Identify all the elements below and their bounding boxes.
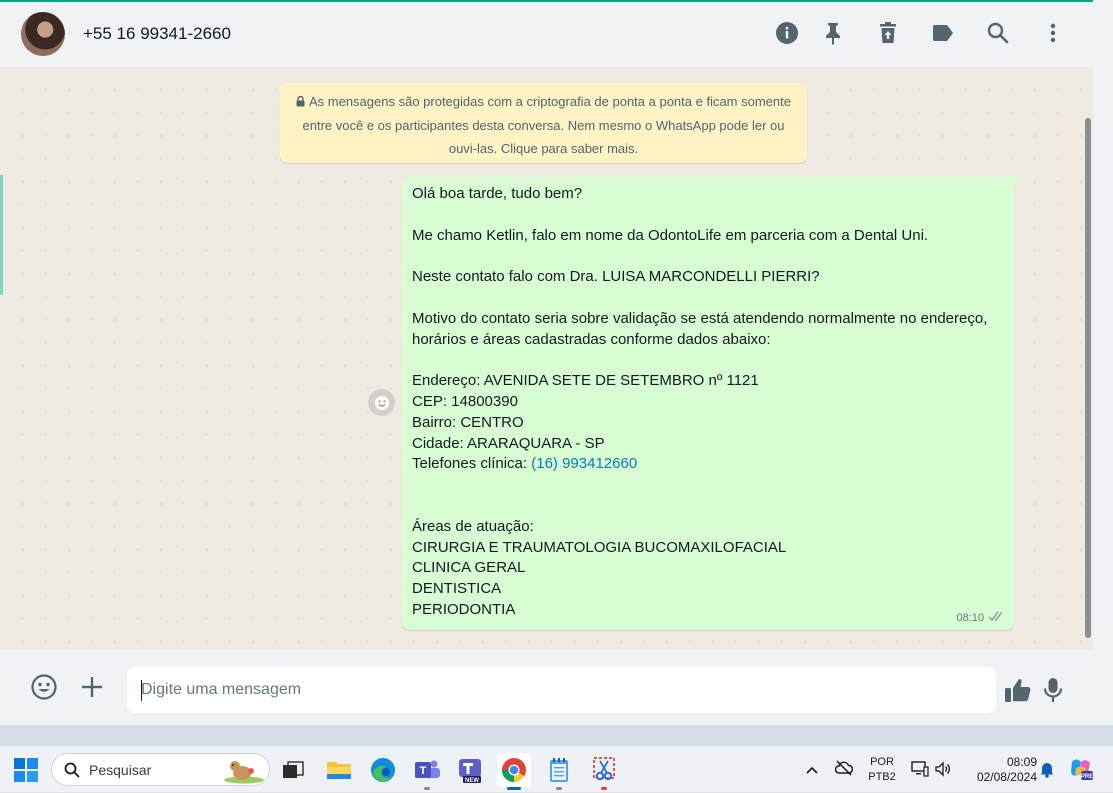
volume-icon[interactable] — [934, 761, 952, 782]
edge-icon[interactable] — [366, 753, 400, 787]
teams-icon[interactable]: T — [410, 753, 444, 790]
text-caret — [141, 680, 142, 701]
snipping-tool-icon[interactable] — [587, 753, 621, 790]
encryption-notice-text: As mensagens são protegidas com a cripto… — [302, 94, 792, 156]
notification-bell-icon[interactable] — [1039, 760, 1055, 783]
thumbs-up-icon[interactable] — [1004, 677, 1032, 708]
running-indicator — [424, 787, 430, 790]
chat-pane: As mensagens são protegidas com a cripto… — [0, 67, 1093, 650]
phone-label: Telefones clínica: — [412, 455, 532, 473]
info-icon[interactable] — [774, 20, 800, 46]
contact-name[interactable]: +55 16 99341-2660 — [83, 24, 231, 44]
menu-icon[interactable] — [1040, 20, 1066, 46]
svg-text:T: T — [420, 765, 427, 777]
language-bottom: PTB2 — [868, 771, 896, 783]
chat-scrollbar[interactable] — [1085, 118, 1091, 638]
message-text: Olá boa tarde, tudo bem? Me chamo Ketlin… — [412, 184, 1002, 621]
running-indicator — [601, 787, 607, 790]
cloud-off-icon[interactable] — [834, 760, 854, 781]
task-view-icon[interactable] — [276, 753, 310, 787]
double-check-icon — [988, 611, 1005, 625]
chrome-icon[interactable] — [497, 753, 531, 790]
contact-avatar[interactable] — [21, 12, 65, 56]
chevron-up-icon[interactable] — [805, 762, 819, 780]
message-time: 08:10 — [956, 612, 984, 624]
windows-start-icon[interactable] — [14, 758, 38, 787]
notepad-icon[interactable] — [542, 753, 576, 790]
desktop-background — [0, 725, 1113, 745]
search-highlight-icon — [222, 756, 266, 784]
message-input[interactable] — [127, 667, 996, 713]
window-edge-accent — [0, 175, 3, 295]
react-emoji-icon[interactable] — [368, 389, 395, 416]
whatsapp-window: +55 16 99341-2660 As mensagens são prote… — [0, 0, 1113, 792]
emoji-icon[interactable] — [30, 673, 58, 706]
clock-date: 02/08/2024 — [976, 770, 1037, 784]
encryption-notice[interactable]: As mensagens são protegidas com a cripto… — [280, 83, 807, 163]
file-explorer-icon[interactable] — [322, 753, 356, 787]
outgoing-message[interactable]: Olá boa tarde, tudo bem? Me chamo Ketlin… — [402, 177, 1014, 630]
search-icon — [64, 762, 80, 783]
lock-icon — [296, 91, 305, 114]
message-meta: 08:10 — [956, 611, 1005, 625]
language-indicator[interactable]: POR PTB2 — [864, 755, 900, 785]
language-top: POR — [870, 756, 894, 768]
phone-link[interactable]: (16) 993412660 — [531, 455, 637, 472]
windows-taskbar: Pesquisar T NEW POR PTB2 08:09 02/08/202… — [0, 745, 1113, 792]
copilot-icon[interactable]: PRE — [1068, 756, 1094, 787]
microphone-icon[interactable] — [1043, 677, 1063, 708]
taskbar-search[interactable]: Pesquisar — [51, 753, 270, 786]
message-body: Olá boa tarde, tudo bem? Me chamo Ketlin… — [412, 185, 988, 452]
attach-plus-icon[interactable] — [80, 675, 104, 704]
delete-icon[interactable] — [875, 20, 901, 46]
svg-text:PRE: PRE — [1081, 774, 1093, 780]
taskbar-search-label: Pesquisar — [89, 762, 152, 778]
window-edge-strip — [1093, 0, 1113, 725]
teams-new-icon[interactable]: NEW — [454, 753, 488, 787]
chat-header: +55 16 99341-2660 — [0, 0, 1093, 67]
bubble-tail — [1014, 177, 1022, 186]
clock-time: 08:09 — [1006, 755, 1037, 769]
label-icon[interactable] — [930, 20, 956, 46]
active-indicator — [507, 787, 521, 790]
network-icon[interactable] — [911, 761, 929, 782]
running-indicator — [556, 787, 562, 790]
message-composer — [0, 650, 1093, 725]
svg-text:NEW: NEW — [465, 778, 479, 784]
clock[interactable]: 08:09 02/08/2024 — [963, 755, 1037, 785]
message-body-after: Áreas de atuação: CIRURGIA E TRAUMATOLOG… — [412, 517, 787, 618]
search-icon[interactable] — [985, 20, 1011, 46]
pin-icon[interactable] — [820, 20, 846, 46]
